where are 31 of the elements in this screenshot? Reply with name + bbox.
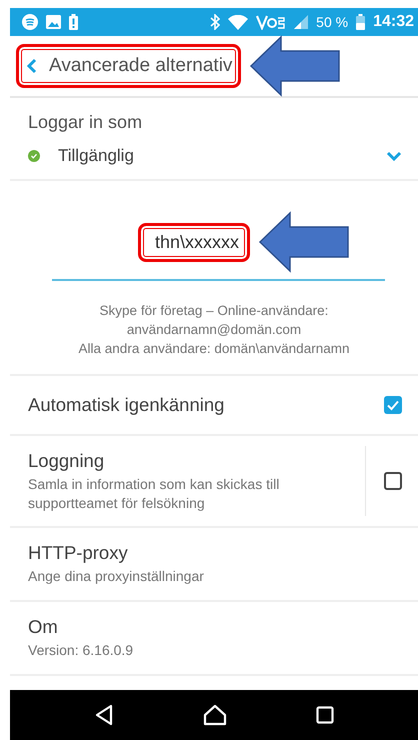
help-text: Skype för företag – Online-användare:: [100, 303, 328, 318]
setting-title: Om: [28, 616, 59, 638]
page-title: Avancerade alternativ: [49, 55, 232, 77]
username-field[interactable]: thn\xxxxxx: [154, 232, 240, 252]
home-icon[interactable]: [202, 704, 227, 726]
battery-icon: [356, 14, 366, 30]
clock: 14:32: [373, 13, 414, 31]
recent-apps-icon[interactable]: [316, 706, 334, 724]
signed-in-label: Loggar in som: [28, 112, 144, 133]
setting-title: Automatisk igenkänning: [28, 394, 226, 416]
checkbox[interactable]: [384, 472, 402, 490]
setting-description: Samla in information som kan skickas till supportteamet för felsökning: [28, 474, 280, 512]
volte-icon: [256, 14, 286, 30]
setting-title: Loggning: [28, 450, 106, 472]
signal-icon: [294, 15, 308, 29]
checkbox[interactable]: [384, 396, 402, 414]
wifi-icon: [228, 14, 248, 30]
music-app-icon: [22, 14, 38, 30]
presence-status[interactable]: Tillgänglig: [58, 146, 368, 166]
setting-description: Ange dina proxyinställningar: [28, 567, 205, 586]
battery-alert-icon: [69, 14, 78, 30]
available-status-icon: [28, 150, 40, 162]
image-icon: [46, 15, 61, 29]
chevron-down-icon[interactable]: [386, 151, 402, 161]
help-text: användarnamn@domän.com: [126, 322, 302, 337]
setting-description: Version: 6.16.0.9: [28, 641, 134, 660]
help-text: Alla andra användare: domän\användarnamn: [78, 341, 350, 356]
battery-level: 50 %: [316, 14, 348, 30]
back-icon[interactable]: [94, 704, 114, 726]
setting-title: HTTP-proxy: [28, 542, 129, 564]
bluetooth-icon: [210, 14, 220, 30]
